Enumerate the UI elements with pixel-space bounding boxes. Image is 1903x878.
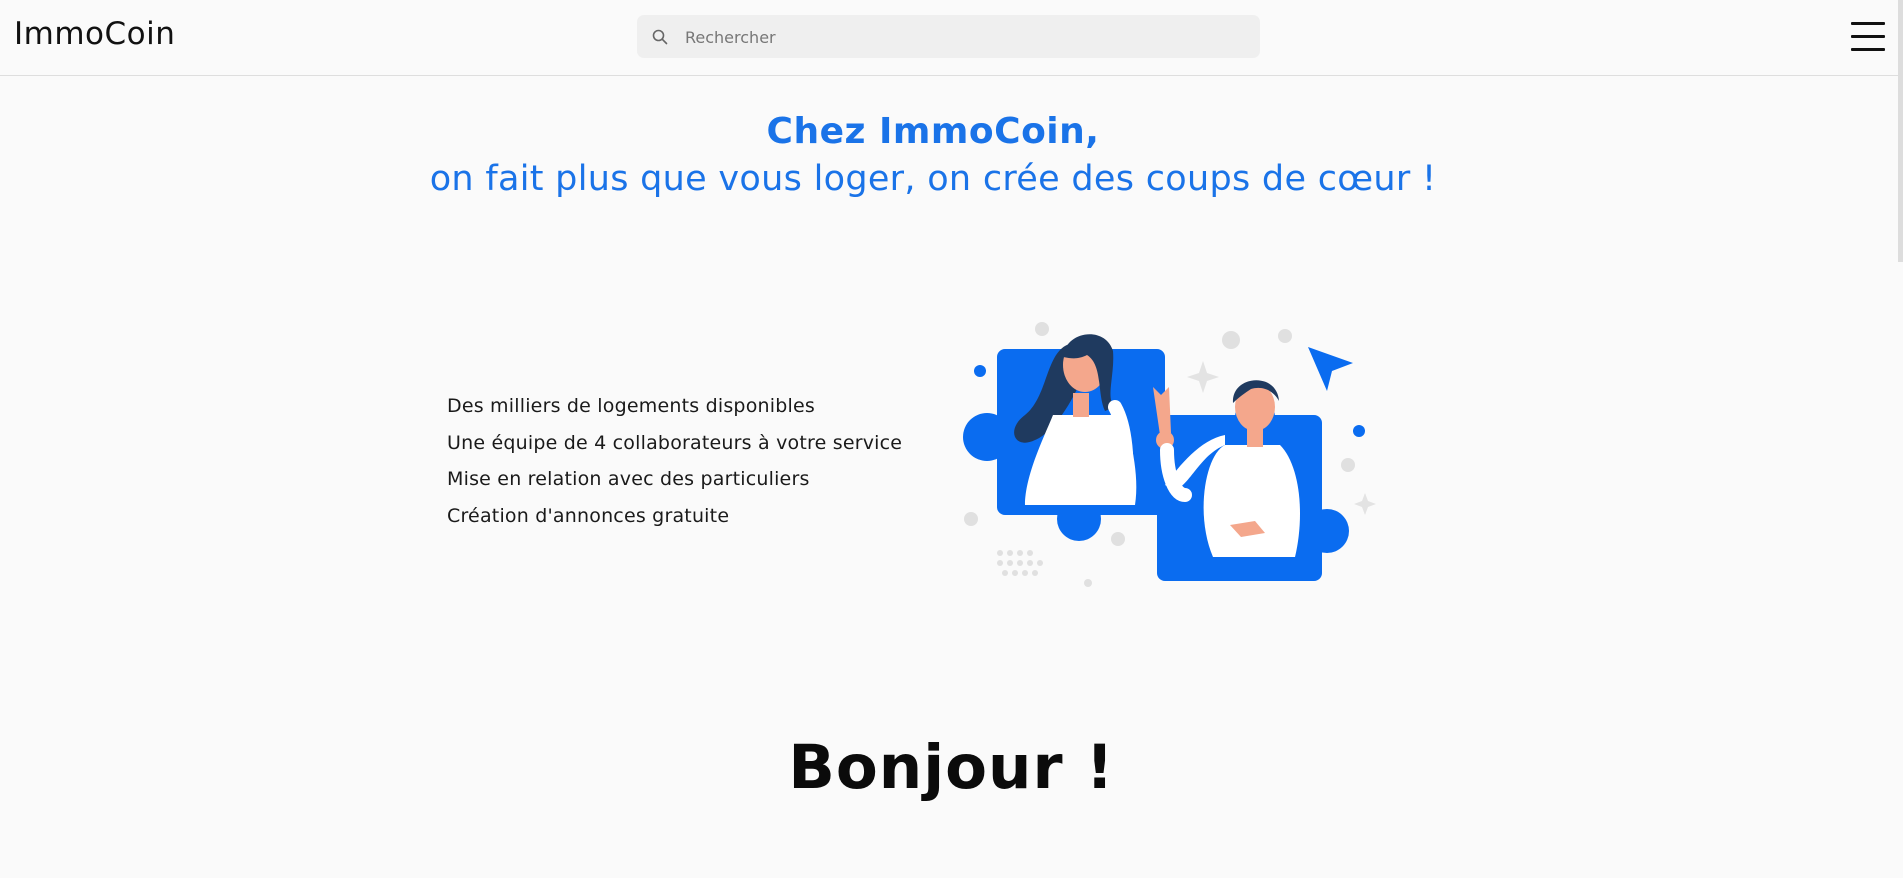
feature-item: Création d'annonces gratuite — [447, 504, 730, 527]
search-bar[interactable] — [637, 15, 1260, 60]
search-input[interactable] — [683, 15, 1247, 60]
hero-title: Chez ImmoCoin, — [766, 111, 1100, 152]
top-navbar: ImmoCoin — [0, 0, 1903, 76]
features-list: Des milliers de logements disponibles Un… — [447, 388, 902, 534]
scrollbar-thumb[interactable] — [1898, 0, 1903, 262]
hero-heading: Chez ImmoCoin, on fait plus que vous log… — [0, 108, 1866, 202]
search-icon — [652, 29, 668, 45]
greeting-heading: Bonjour ! — [788, 732, 1115, 803]
feature-item: Une équipe de 4 collaborateurs à votre s… — [447, 431, 903, 454]
site-logo[interactable]: ImmoCoin — [14, 16, 175, 52]
people-chatting-illustration — [963, 322, 1376, 587]
feature-item: Des milliers de logements disponibles — [447, 395, 815, 417]
hero-subtitle: on fait plus que vous loger, on crée des… — [429, 159, 1437, 199]
feature-item: Mise en relation avec des particuliers — [447, 468, 810, 490]
hamburger-menu-icon[interactable] — [1851, 22, 1885, 52]
